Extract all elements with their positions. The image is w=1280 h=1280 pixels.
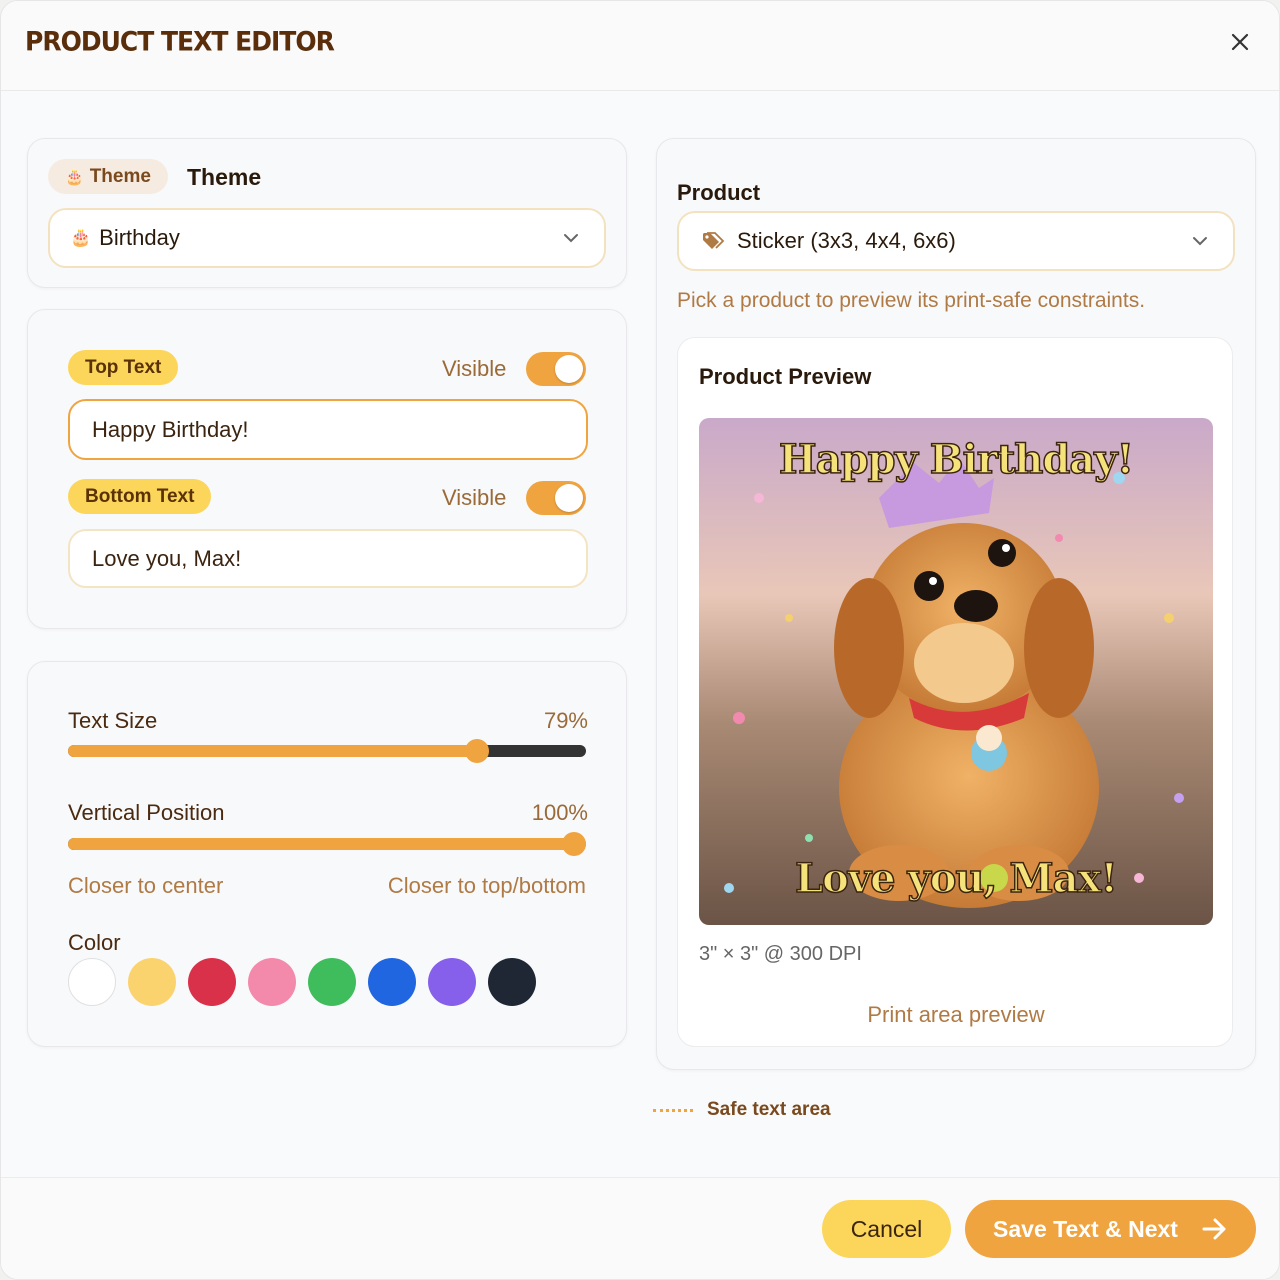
bottom-text-pill: Bottom Text	[68, 479, 212, 514]
text-card: Top Text Visible Happy Birthday! Bottom …	[27, 309, 627, 629]
dotted-line-icon	[653, 1108, 693, 1112]
preview-overlay-top-text: Happy Birthday!	[778, 435, 1135, 484]
top-visible-label: Visible	[442, 356, 507, 381]
color-swatch[interactable]	[248, 958, 296, 1006]
modal-header: Product Text Editor	[1, 1, 1279, 91]
color-label: Color	[68, 930, 121, 955]
cake-icon: 🎂	[65, 168, 84, 186]
text-size-thumb[interactable]	[465, 739, 490, 763]
modal-footer: Cancel Save Text & Next	[1, 1177, 1279, 1279]
save-next-button[interactable]: Save Text & Next	[965, 1200, 1256, 1258]
product-select-value: Sticker (3x3, 4x4, 6x6)	[737, 228, 956, 253]
product-text-editor-modal: Product Text Editor 🎂 Theme Theme 🎂 Birt…	[0, 0, 1280, 1280]
text-size-fill	[68, 745, 478, 757]
cancel-button[interactable]: Cancel	[822, 1200, 951, 1258]
product-preview-card: Product Preview Happy Birthday! Love you…	[677, 337, 1233, 1047]
bottom-visible-label: Visible	[442, 485, 507, 510]
hint-closer-to-center: Closer to center	[68, 873, 224, 898]
color-swatch[interactable]	[308, 958, 356, 1006]
theme-select-value: Birthday	[99, 225, 180, 250]
top-text-input[interactable]: Happy Birthday!	[68, 399, 588, 460]
preview-dimensions: 3" × 3" @ 300 DPI	[699, 943, 862, 965]
style-card: Text Size 79% Vertical Position 100% Clo…	[27, 661, 627, 1047]
vertical-position-slider[interactable]	[68, 832, 586, 856]
cancel-label: Cancel	[850, 1215, 923, 1242]
color-swatch[interactable]	[368, 958, 416, 1006]
color-swatch[interactable]	[488, 958, 536, 1006]
vertical-position-thumb[interactable]	[562, 832, 586, 856]
preview-image: Happy Birthday! Love you, Max!	[699, 418, 1213, 925]
top-text-pill: Top Text	[68, 350, 179, 385]
product-preview-title: Product Preview	[699, 364, 872, 389]
color-swatch[interactable]	[188, 958, 236, 1006]
puppy-illustration	[699, 418, 1213, 925]
theme-heading: Theme	[187, 164, 262, 190]
theme-card: 🎂 Theme Theme 🎂 Birthday	[27, 138, 627, 288]
close-icon[interactable]	[1225, 27, 1255, 57]
bottom-text-visible-toggle[interactable]	[526, 481, 586, 515]
modal-title: Product Text Editor	[25, 25, 335, 58]
chevron-down-icon	[1193, 237, 1207, 246]
color-swatch[interactable]	[428, 958, 476, 1006]
safe-area-label: Safe text area	[707, 1099, 831, 1120]
bottom-text-input[interactable]: Love you, Max!	[68, 529, 588, 588]
cake-icon: 🎂	[70, 228, 92, 247]
arrow-right-icon	[1202, 1218, 1226, 1240]
theme-pill: 🎂 Theme	[48, 159, 168, 194]
top-text-visible-toggle[interactable]	[526, 352, 586, 386]
color-swatch[interactable]	[68, 958, 116, 1006]
preview-overlay-bottom-text: Love you, Max!	[794, 854, 1118, 903]
theme-select[interactable]: 🎂 Birthday	[48, 208, 606, 268]
text-size-label: Text Size	[68, 708, 158, 733]
color-swatch[interactable]	[128, 958, 176, 1006]
text-size-value: 79%	[543, 708, 588, 733]
save-next-label: Save Text & Next	[993, 1215, 1178, 1242]
vertical-position-label: Vertical Position	[68, 800, 225, 825]
tag-icon	[703, 232, 725, 249]
theme-pill-label: Theme	[89, 165, 151, 187]
chevron-down-icon	[564, 234, 578, 243]
safe-area-legend: Safe text area	[653, 1099, 831, 1121]
vertical-position-value: 100%	[531, 800, 588, 825]
product-label: Product	[677, 180, 761, 205]
print-area-preview-label: Print area preview	[867, 1002, 1045, 1027]
product-helper-text: Pick a product to preview its print-safe…	[677, 289, 1146, 312]
text-size-slider[interactable]	[68, 739, 586, 763]
product-select[interactable]: Sticker (3x3, 4x4, 6x6)	[677, 211, 1235, 271]
vertical-position-fill	[68, 838, 586, 850]
hint-closer-to-top-bottom: Closer to top/bottom	[387, 873, 586, 898]
